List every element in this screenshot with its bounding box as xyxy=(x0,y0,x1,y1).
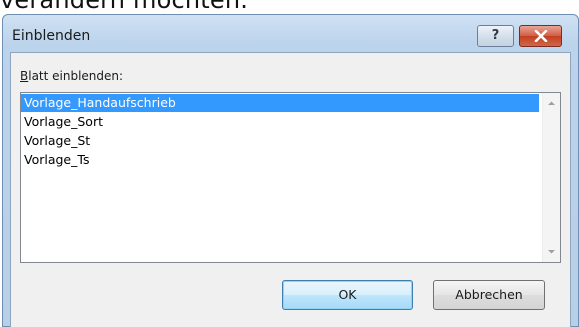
sheet-list-item[interactable]: Vorlage_Ts xyxy=(21,151,539,169)
dialog-client-area: Blatt einblenden: Vorlage_Handaufschrieb… xyxy=(10,52,571,327)
vertical-scrollbar[interactable] xyxy=(542,93,560,262)
cancel-button[interactable]: Abbrechen xyxy=(433,280,545,310)
question-mark-icon: ? xyxy=(491,28,500,43)
sheet-list-item[interactable]: Vorlage_Sort xyxy=(21,113,539,131)
page: verändern möchten. Einblenden ? Blatt ei… xyxy=(0,0,579,327)
close-button[interactable] xyxy=(519,25,562,47)
sheet-list-label: Blatt einblenden: xyxy=(20,69,123,83)
unhide-dialog: Einblenden ? Blatt einblenden: Vorlage_H… xyxy=(2,14,579,327)
accelerator-key: B xyxy=(20,69,29,83)
sheet-list-item[interactable]: Vorlage_St xyxy=(21,132,539,150)
sheet-list-items: Vorlage_Handaufschrieb Vorlage_Sort Vorlag… xyxy=(21,93,539,169)
ok-button[interactable]: OK xyxy=(282,280,413,310)
background-document-text: verändern möchten. xyxy=(0,0,249,14)
scroll-down-arrow-icon[interactable] xyxy=(546,246,557,257)
help-button[interactable]: ? xyxy=(477,25,514,47)
sheet-list-item[interactable]: Vorlage_Handaufschrieb xyxy=(21,94,539,112)
close-x-icon xyxy=(534,30,548,42)
sheet-listbox[interactable]: Vorlage_Handaufschrieb Vorlage_Sort Vorlag… xyxy=(20,92,561,263)
dialog-title: Einblenden xyxy=(12,28,91,44)
scroll-up-arrow-icon[interactable] xyxy=(546,98,557,109)
sheet-list-label-text: latt einblenden: xyxy=(28,69,124,83)
